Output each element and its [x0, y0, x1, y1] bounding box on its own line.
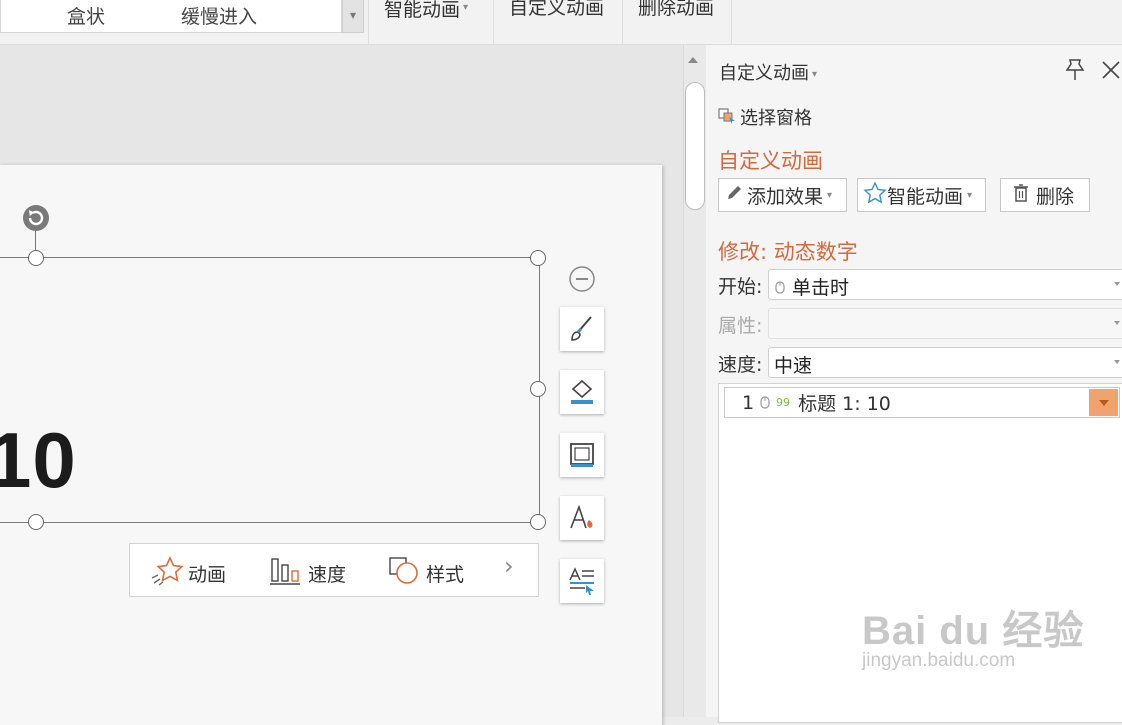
- chevron-down-icon: [1114, 360, 1120, 364]
- minus-circle-icon[interactable]: [568, 265, 596, 293]
- text-format-icon[interactable]: [560, 559, 604, 603]
- smart-animation-pane-button[interactable]: 智能动画 ▾: [857, 178, 986, 212]
- delete-animation-button[interactable]: 删除动画: [638, 0, 714, 44]
- ribbon-divider: [622, 0, 623, 44]
- svg-text:99: 99: [776, 396, 790, 409]
- quick-speed-button[interactable]: 速度: [270, 556, 346, 591]
- scroll-up-icon[interactable]: [688, 57, 698, 63]
- add-effect-button[interactable]: 添加效果 ▾: [718, 178, 847, 212]
- quick-bar-more-arrow[interactable]: ›: [504, 552, 514, 580]
- pane-title: 自定义动画: [719, 63, 809, 84]
- star-icon: [150, 556, 188, 591]
- quick-style-button[interactable]: 样式: [388, 556, 464, 591]
- smart-animation-button[interactable]: 智能动画 ▾: [384, 0, 468, 44]
- text-box-selection[interactable]: [0, 257, 540, 523]
- gallery-item-box[interactable]: 盒状: [67, 2, 105, 29]
- ribbon: 盒状 缓慢进入 ▾ 智能动画 ▾ 自定义动画 删除动画: [0, 0, 1122, 45]
- chevron-down-icon: ▾: [812, 69, 818, 80]
- fill-icon[interactable]: [560, 370, 604, 414]
- quick-style-label: 样式: [426, 564, 465, 586]
- close-icon[interactable]: [1098, 57, 1122, 83]
- gallery-more-button[interactable]: ▾: [342, 0, 364, 33]
- start-value: 单击时: [792, 277, 850, 299]
- ribbon-divider: [493, 0, 494, 44]
- trash-icon: [1011, 183, 1031, 208]
- smart-animation-pane-label: 智能动画: [887, 185, 964, 208]
- outline-icon[interactable]: [560, 433, 604, 477]
- pane-title-dropdown[interactable]: 自定义动画 ▾: [719, 59, 817, 85]
- quick-animation-button[interactable]: 动画: [150, 556, 226, 591]
- animation-list: 1 99 标题 1: 10: [718, 383, 1122, 723]
- delete-label: 删除: [1036, 185, 1075, 208]
- resize-handle[interactable]: [530, 514, 546, 530]
- mouse-icon: [774, 277, 792, 299]
- speed-bars-icon: [270, 556, 308, 591]
- chevron-down-icon: ▾: [827, 189, 833, 201]
- custom-animation-button[interactable]: 自定义动画: [509, 0, 604, 44]
- quick-animation-label: 动画: [188, 564, 227, 586]
- selection-pane-link[interactable]: 选择窗格: [718, 104, 812, 130]
- pencil-icon: [724, 183, 744, 208]
- start-label: 开始:: [718, 276, 763, 298]
- pin-icon[interactable]: [1062, 57, 1088, 83]
- brush-icon[interactable]: [560, 307, 604, 351]
- animation-item-index: 1: [742, 391, 755, 414]
- rotate-icon[interactable]: [21, 203, 51, 233]
- modify-title: 修改: 动态数字: [718, 240, 858, 264]
- item-dropdown-button[interactable]: [1089, 389, 1118, 416]
- selection-pane-icon: [718, 106, 736, 129]
- gallery-item-slow-enter[interactable]: 缓慢进入: [181, 2, 257, 29]
- effect-type-icon: 99: [776, 392, 792, 414]
- chevron-down-icon: [1114, 282, 1120, 286]
- quick-animation-bar: 动画 速度 样式 ›: [129, 543, 539, 597]
- speed-value: 中速: [774, 355, 813, 377]
- star-icon: [863, 180, 887, 210]
- slide-title-text[interactable]: 10: [0, 415, 77, 506]
- chevron-down-icon: ▾: [967, 189, 973, 201]
- quick-speed-label: 速度: [308, 564, 347, 586]
- chevron-down-icon: ▾: [463, 2, 469, 13]
- shape-style-icon: [388, 556, 426, 591]
- ribbon-divider: [368, 0, 369, 44]
- property-label: 属性:: [718, 315, 763, 337]
- speed-select[interactable]: 中速: [768, 347, 1122, 378]
- text-effect-icon[interactable]: [560, 496, 604, 540]
- chevron-down-icon: [1114, 321, 1120, 325]
- resize-handle[interactable]: [28, 250, 44, 266]
- resize-handle[interactable]: [28, 514, 44, 530]
- start-select[interactable]: 单击时: [768, 269, 1122, 300]
- resize-handle[interactable]: [530, 381, 546, 397]
- resize-handle[interactable]: [530, 250, 546, 266]
- animation-item-label: 标题 1: 10: [798, 393, 891, 415]
- smart-animation-label: 智能动画: [384, 0, 461, 21]
- vertical-scrollbar[interactable]: [683, 45, 706, 717]
- slide-canvas[interactable]: 10 动画 速度 样式 ›: [0, 165, 662, 725]
- watermark-brand: Bai du 经验: [862, 609, 1085, 653]
- mouse-icon: [759, 392, 771, 414]
- scrollbar-thumb[interactable]: [685, 82, 705, 210]
- property-select: [768, 308, 1122, 339]
- add-effect-label: 添加效果: [747, 185, 824, 208]
- selection-pane-label: 选择窗格: [740, 108, 812, 129]
- animation-list-item[interactable]: 1 99 标题 1: 10: [724, 387, 1120, 418]
- ribbon-divider: [731, 0, 732, 44]
- slide-edit-area: 10 动画 速度 样式 ›: [0, 45, 683, 725]
- speed-label: 速度:: [718, 354, 763, 376]
- animation-gallery: 盒状 缓慢进入: [0, 0, 342, 33]
- section-title: 自定义动画: [718, 149, 823, 173]
- baidu-watermark: Bai du 经验 jingyan.baidu.com: [862, 598, 1084, 672]
- delete-button[interactable]: 删除: [1000, 178, 1090, 212]
- chevron-down-icon: [1098, 399, 1109, 406]
